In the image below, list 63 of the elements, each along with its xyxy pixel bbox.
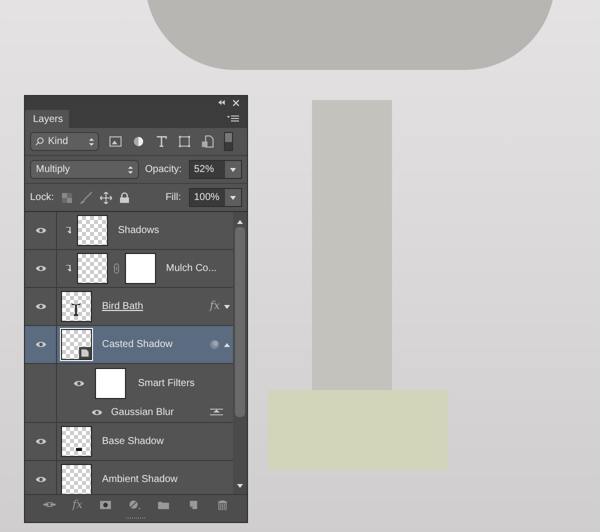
eye-icon[interactable] <box>34 226 46 235</box>
layer-row[interactable]: Casted Shadow <box>25 326 233 364</box>
caret-icon[interactable] <box>230 196 236 200</box>
layers-tab[interactable]: Layers <box>25 110 69 128</box>
filter-kind-dropdown[interactable]: Kind <box>30 132 99 151</box>
close-icon[interactable] <box>233 100 239 106</box>
effects-indicator: fx <box>210 298 220 314</box>
layer-name: Shadows <box>118 224 160 238</box>
collapse-arrow-icon[interactable] <box>224 342 230 346</box>
search-icon <box>35 137 44 146</box>
layer-row[interactable]: Mulch Co... <box>25 250 233 288</box>
smart-object-badge-icon <box>79 347 91 359</box>
stepper-icon <box>128 166 133 174</box>
eye-icon[interactable] <box>34 437 46 446</box>
blend-mode-dropdown[interactable]: Multiply <box>30 160 139 179</box>
caret-icon[interactable] <box>230 168 236 172</box>
opacity-label: Opacity: <box>145 163 182 177</box>
lock-icon[interactable] <box>120 192 129 203</box>
eye-icon[interactable] <box>73 378 85 388</box>
layer-name: Bird Bath <box>102 300 144 314</box>
collapse-icon[interactable] <box>218 100 225 105</box>
adjustment-layer-icon[interactable] <box>128 500 142 510</box>
layer-name: Ambient Shadow <box>102 473 178 487</box>
eye-icon[interactable] <box>91 408 103 416</box>
type-filter-icon[interactable] <box>155 135 168 148</box>
trash-icon[interactable] <box>216 500 229 510</box>
eye-icon[interactable] <box>34 475 46 484</box>
eye-icon[interactable] <box>34 264 46 273</box>
link-icon[interactable] <box>114 263 119 274</box>
opacity-field[interactable]: 52% <box>189 160 242 179</box>
filter-toggle[interactable] <box>224 132 233 151</box>
smart-filters-label: Smart Filters <box>138 376 195 390</box>
fill-field[interactable]: 100% <box>189 188 242 207</box>
eye-icon[interactable] <box>34 302 46 311</box>
folder-icon[interactable] <box>157 500 170 510</box>
blending-options-icon[interactable] <box>210 407 223 417</box>
add-mask-icon[interactable] <box>98 500 112 510</box>
layer-name: Mulch Co... <box>166 262 217 276</box>
smart-filter-mask-thumbnail <box>95 368 126 398</box>
panel-menu-icon[interactable] <box>227 115 239 123</box>
layer-thumbnail <box>77 253 108 284</box>
smart-object-filter-icon[interactable] <box>201 135 214 148</box>
layer-row[interactable]: Shadows <box>25 212 233 250</box>
eye-icon[interactable] <box>34 340 46 349</box>
expand-arrow-icon[interactable] <box>224 304 230 308</box>
layer-name: Base Shadow <box>102 435 164 449</box>
layer-thumbnail <box>77 215 108 246</box>
stepper-icon <box>89 138 94 146</box>
link-layers-icon[interactable] <box>43 500 56 510</box>
shape-filter-icon[interactable] <box>178 135 191 148</box>
layer-thumbnail <box>61 464 92 494</box>
move-icon[interactable] <box>100 192 112 204</box>
adjustment-filter-icon[interactable] <box>132 135 145 148</box>
filter-name: Gaussian Blur <box>111 406 175 420</box>
scrollbar[interactable] <box>233 212 247 494</box>
scroll-up-icon[interactable] <box>237 220 243 224</box>
layer-name: Casted Shadow <box>102 338 173 352</box>
scroll-down-icon[interactable] <box>237 484 243 488</box>
fill-label: Fill: <box>165 191 181 205</box>
layer-row[interactable]: Base Shadow <box>25 423 233 461</box>
smart-filter-indicator-icon <box>209 339 220 350</box>
image-filter-icon[interactable] <box>109 135 122 148</box>
lock-label: Lock: <box>30 191 54 205</box>
